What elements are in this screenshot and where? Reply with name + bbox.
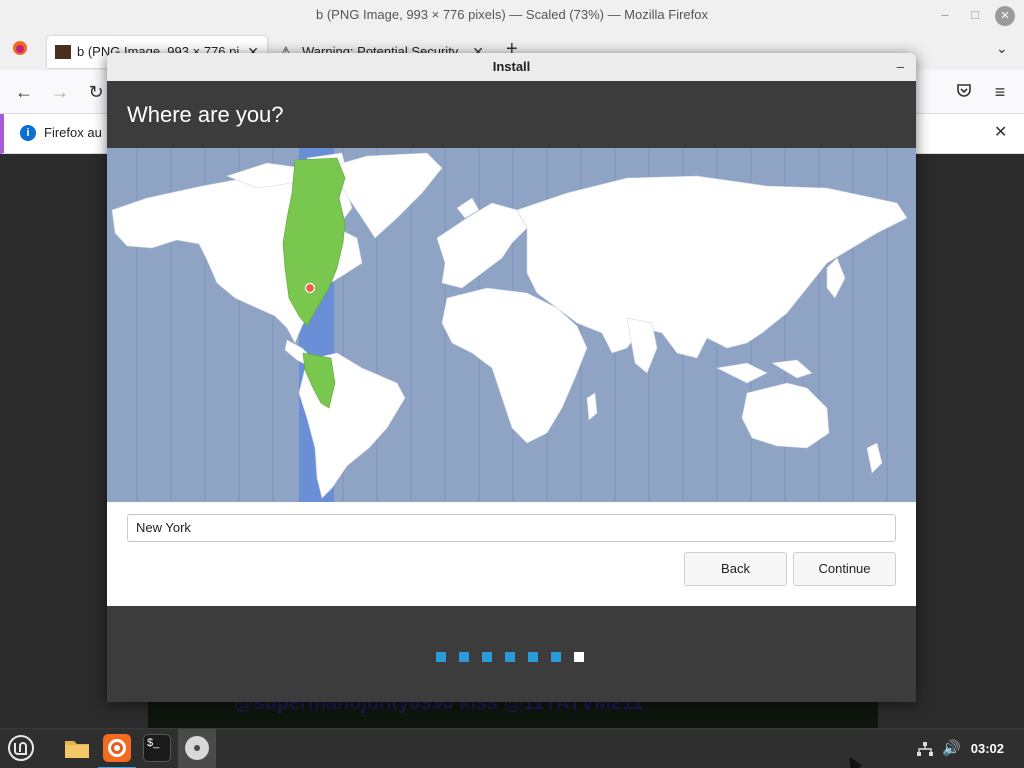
world-map[interactable]: [107, 148, 916, 502]
city-marker: [304, 282, 316, 294]
install-window-title: Install: [492, 59, 531, 74]
close-notification-icon[interactable]: ✕: [994, 114, 1007, 152]
install-titlebar: Install –: [107, 53, 916, 81]
maximize-icon[interactable]: □: [960, 0, 990, 30]
disc-button[interactable]: [178, 729, 216, 768]
minimize-button[interactable]: –: [897, 53, 904, 81]
continue-button[interactable]: Continue: [793, 552, 896, 586]
list-tabs-icon[interactable]: ⌄: [996, 40, 1008, 57]
step-dot-current: [574, 652, 584, 662]
step-dot: [528, 652, 538, 662]
image-thumbnail-icon: [55, 45, 71, 59]
close-icon[interactable]: ✕: [995, 6, 1015, 26]
reload-icon[interactable]: ↻: [84, 80, 108, 104]
step-indicator: [436, 649, 597, 662]
minimize-icon[interactable]: –: [930, 0, 960, 30]
step-dot: [459, 652, 469, 662]
menu-icon[interactable]: ≡: [988, 80, 1012, 104]
disc-icon: [183, 734, 211, 762]
firefox-icon: [103, 734, 131, 762]
step-dot: [482, 652, 492, 662]
notification-text: Firefox au: [44, 125, 102, 140]
install-dialog: Install – Where are you? New York Back C…: [107, 53, 916, 702]
firefox-view-icon[interactable]: [6, 38, 34, 66]
mint-menu-icon: [7, 734, 35, 762]
terminal-button[interactable]: $_: [138, 729, 176, 768]
firefox-titlebar: b (PNG Image, 993 × 776 pixels) — Scaled…: [0, 0, 1024, 30]
network-icon[interactable]: [916, 729, 934, 768]
back-arrow-icon[interactable]: ←: [12, 80, 36, 104]
firefox-button[interactable]: [98, 729, 136, 768]
step-dot: [551, 652, 561, 662]
firefox-window-title: b (PNG Image, 993 × 776 pixels) — Scaled…: [316, 7, 708, 22]
info-icon: i: [20, 125, 36, 141]
terminal-icon: $_: [143, 734, 171, 762]
files-icon: [63, 734, 91, 762]
step-dot: [436, 652, 446, 662]
timezone-map[interactable]: [107, 148, 916, 502]
mint-menu-button[interactable]: [2, 729, 40, 768]
page-title: Where are you?: [107, 81, 916, 148]
forward-arrow-icon[interactable]: →: [48, 80, 72, 104]
step-dot: [505, 652, 515, 662]
installer-footer: [107, 606, 916, 702]
taskbar: $_ 🔊 03:02: [0, 728, 1024, 768]
clock[interactable]: 03:02: [971, 729, 1004, 768]
back-button[interactable]: Back: [684, 552, 787, 586]
files-button[interactable]: [58, 729, 96, 768]
pocket-icon[interactable]: [952, 80, 976, 104]
timezone-input[interactable]: New York: [127, 514, 896, 542]
volume-icon[interactable]: 🔊: [942, 729, 961, 768]
